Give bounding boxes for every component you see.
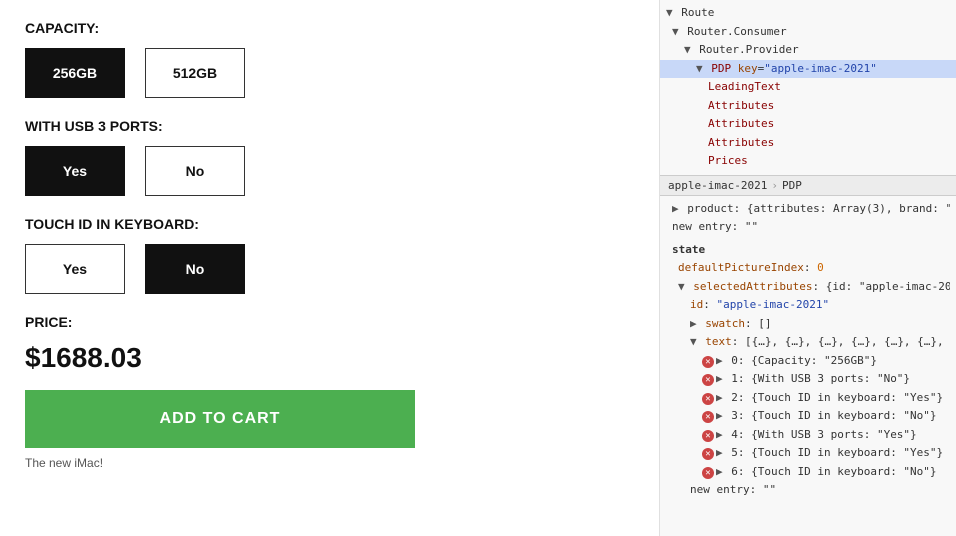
price-section: PRICE: $1688.03 <box>25 314 634 374</box>
tree-prices: Prices <box>660 152 956 171</box>
state-section: ▶ product: {attributes: Array(3), brand:… <box>660 196 956 504</box>
swatch-line: ▶ swatch: [] <box>666 315 950 334</box>
touchid-options: Yes No <box>25 244 634 294</box>
text-item-4: ✕▶ 4: {With USB 3 ports: "Yes"} <box>666 426 950 445</box>
capacity-256gb-button[interactable]: 256GB <box>25 48 125 98</box>
capacity-label: CAPACITY: <box>25 20 634 36</box>
breadcrumb-apple-imac: apple-imac-2021 <box>668 179 767 192</box>
touchid-label: TOUCH ID IN KEYBOARD: <box>25 216 634 232</box>
selected-attributes-line: ▼ selectedAttributes: {id: "apple-imac-2… <box>666 278 950 297</box>
breadcrumb-bar: apple-imac-2021 › PDP <box>660 175 956 196</box>
tree-pdp: ▼ PDP key="apple-imac-2021" <box>660 60 956 79</box>
left-panel: CAPACITY: 256GB 512GB WITH USB 3 PORTS: … <box>0 0 660 536</box>
price-value: $1688.03 <box>25 342 634 374</box>
capacity-512gb-button[interactable]: 512GB <box>145 48 245 98</box>
text-item-5: ✕▶ 5: {Touch ID in keyboard: "Yes"} <box>666 444 950 463</box>
id-line: id: "apple-imac-2021" <box>666 296 950 315</box>
usb-options: Yes No <box>25 146 634 196</box>
capacity-options: 256GB 512GB <box>25 48 634 98</box>
price-label: PRICE: <box>25 314 634 330</box>
footer-text: The new iMac! <box>25 456 634 470</box>
new-entry-1: new entry: "" <box>666 218 950 237</box>
tree-leading-text: LeadingText <box>660 78 956 97</box>
tree-route: ▼ Route <box>660 4 956 23</box>
state-label: state <box>666 241 950 260</box>
tree-attributes-3: Attributes <box>660 134 956 153</box>
devtools-tree: ▼ Route ▼ Router.Consumer ▼ Router.Provi… <box>660 0 956 175</box>
touchid-no-button[interactable]: No <box>145 244 245 294</box>
usb-yes-button[interactable]: Yes <box>25 146 125 196</box>
new-entry-2: new entry: "" <box>666 481 950 500</box>
default-picture: defaultPictureIndex: 0 <box>666 259 950 278</box>
text-item-2: ✕▶ 2: {Touch ID in keyboard: "Yes"} <box>666 389 950 408</box>
tree-attributes-1: Attributes <box>660 97 956 116</box>
breadcrumb-pdp: PDP <box>782 179 802 192</box>
text-item-0: ✕▶ 0: {Capacity: "256GB"} <box>666 352 950 371</box>
usb-label: WITH USB 3 PORTS: <box>25 118 634 134</box>
add-to-cart-button[interactable]: ADD TO CART <box>25 390 415 448</box>
text-line: ▼ text: [{…}, {…}, {…}, {…}, {…}, {…}, {… <box>666 333 950 352</box>
text-item-1: ✕▶ 1: {With USB 3 ports: "No"} <box>666 370 950 389</box>
text-item-3: ✕▶ 3: {Touch ID in keyboard: "No"} <box>666 407 950 426</box>
right-panel: ▼ Route ▼ Router.Consumer ▼ Router.Provi… <box>660 0 956 536</box>
text-item-6: ✕▶ 6: {Touch ID in keyboard: "No"} <box>666 463 950 482</box>
product-line: ▶ product: {attributes: Array(3), brand:… <box>666 200 950 219</box>
tree-router-provider: ▼ Router.Provider <box>660 41 956 60</box>
touchid-yes-button[interactable]: Yes <box>25 244 125 294</box>
tree-attributes-2: Attributes <box>660 115 956 134</box>
usb-no-button[interactable]: No <box>145 146 245 196</box>
tree-router-consumer: ▼ Router.Consumer <box>660 23 956 42</box>
